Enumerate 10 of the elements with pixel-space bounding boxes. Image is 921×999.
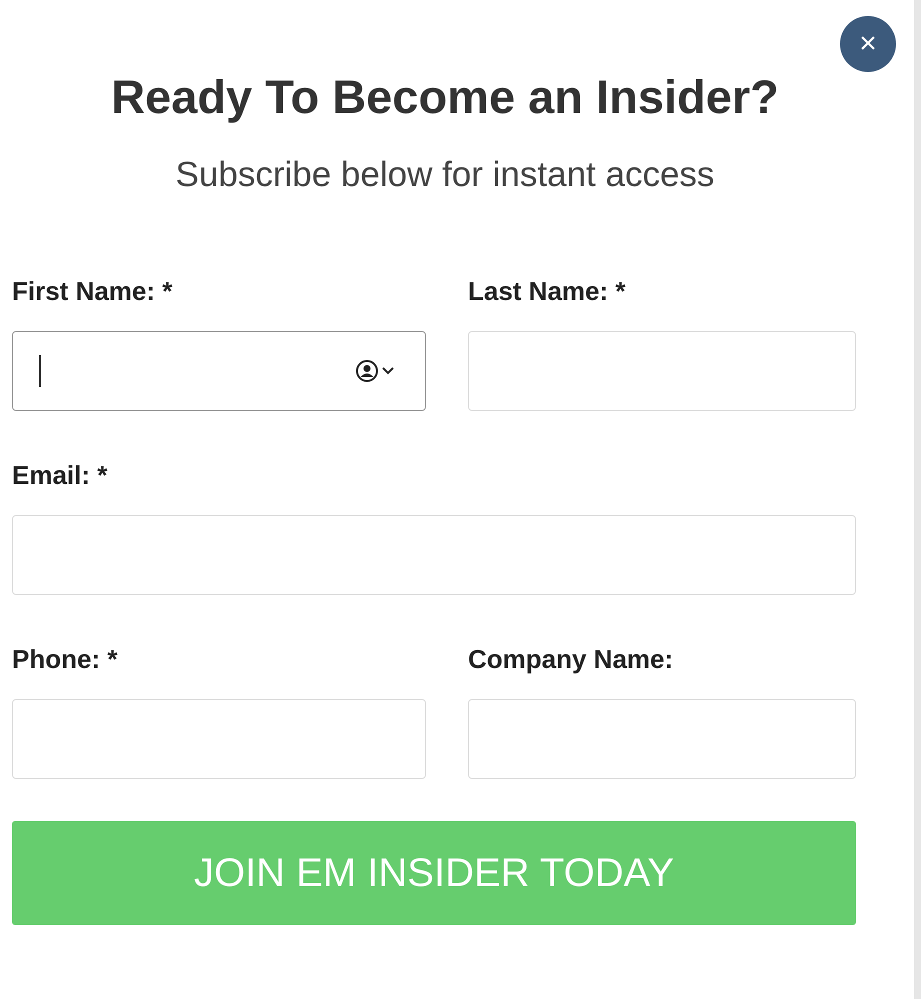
input-field[interactable]	[12, 331, 426, 411]
modal-subtitle: Subscribe below for instant access	[174, 154, 716, 196]
field-label: Last Name: *	[468, 275, 626, 307]
modal-title: Ready To Become an Insider?	[110, 69, 780, 125]
close-button[interactable]: ×	[840, 16, 896, 72]
field-label: First Name: *	[12, 275, 172, 307]
field-label: Phone: *	[12, 643, 118, 675]
field-label: Email: *	[12, 459, 108, 491]
field-label: Company Name:	[468, 643, 674, 675]
text-cursor	[39, 355, 41, 387]
